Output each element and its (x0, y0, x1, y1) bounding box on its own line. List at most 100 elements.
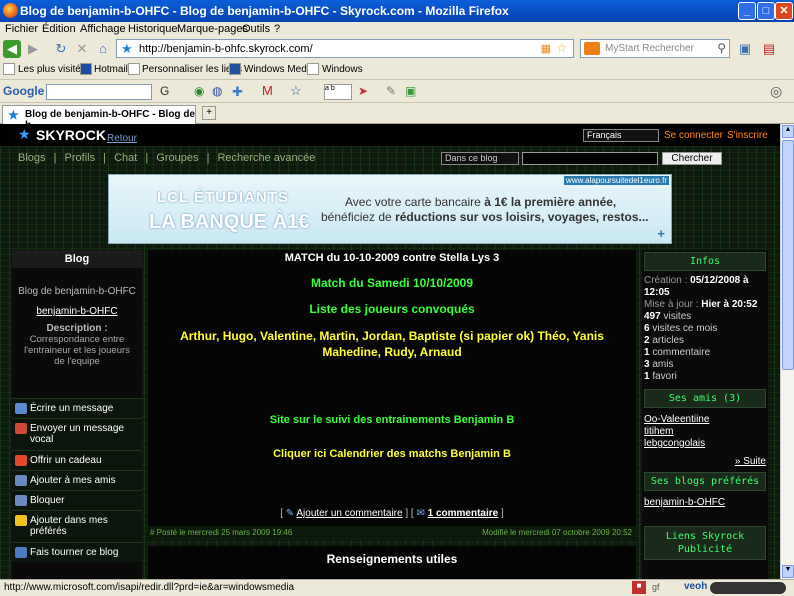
action-add-favorite[interactable]: Ajouter dans mes préférés (12, 510, 142, 542)
bookmark-windows-media[interactable]: Windows Media (244, 64, 315, 75)
translate-icon[interactable]: ◍ (212, 84, 222, 98)
forward-arrow-icon[interactable]: ▶ (24, 40, 42, 58)
menu-marque-pages[interactable]: Marque-pages (177, 23, 248, 35)
addon-icon[interactable]: ■ (632, 581, 646, 594)
login-link[interactable]: Se connecter (664, 130, 723, 141)
gf-icon[interactable]: gf (652, 582, 660, 592)
post-title[interactable]: MATCH du 10-10-2009 contre Stella Lys 3 (148, 252, 636, 264)
google-toolbar: Google G ◉ ◍ ✚ M ☆ a b ➤ ✎ ▣ ◎ (0, 81, 794, 103)
menu-fichier[interactable]: Fichier (5, 23, 38, 35)
minimize-button[interactable]: _ (738, 2, 756, 20)
favorite-blog-link[interactable]: benjamin-b-OHFC (644, 497, 725, 508)
menu-help[interactable]: ? (274, 23, 280, 35)
stop-icon[interactable]: ✕ (73, 40, 91, 58)
sidebar-icon[interactable]: ▣ (736, 40, 754, 58)
gmail-icon[interactable]: M (262, 83, 273, 98)
gift-icon (15, 455, 27, 466)
action-share-blog[interactable]: Fais tourner ce blog (12, 542, 142, 562)
close-button[interactable]: ✕ (775, 2, 793, 20)
url-input[interactable]: ★ http://benjamin-b-ohfc.skyrock.com/ ▦ … (116, 39, 574, 58)
friends-list: Oo-Valeentiine titihem lebgcongolais » S… (642, 410, 768, 468)
stat-friends: 3 amis (644, 359, 674, 370)
media-player-bar[interactable] (710, 582, 786, 594)
action-add-friend[interactable]: Ajouter à mes amis (12, 470, 142, 490)
action-gift[interactable]: Offrir un cadeau (12, 450, 142, 470)
stat-articles: 2 articles (644, 335, 685, 346)
skyrock-links-heading: Liens Skyrock Publicité (644, 526, 766, 560)
page-scrollbar[interactable]: ▲ ▼ (780, 124, 794, 579)
nav-blogs[interactable]: Blogs (18, 152, 46, 164)
skyrock-links-ad: Publicité (677, 544, 733, 555)
star-bookmark-icon[interactable]: ☆ (290, 83, 302, 99)
nav-advanced-search[interactable]: Recherche avancée (217, 152, 315, 164)
send-to-icon[interactable]: ➤ (358, 84, 368, 98)
nav-chat[interactable]: Chat (114, 152, 137, 164)
bookmark-customize-links[interactable]: Personnaliser les liens (142, 64, 242, 75)
plus-icon[interactable]: ✚ (232, 84, 243, 100)
search-button[interactable]: Chercher (662, 152, 722, 165)
post-players-heading: Liste des joueurs convoqués (309, 302, 475, 316)
menu-edition[interactable]: Édition (42, 23, 76, 35)
comment-actions: [ ✎ Ajouter un commentaire ] [ ✉ 1 comme… (280, 508, 504, 519)
calendar-link[interactable]: Cliquer ici Calendrier des matchs Benjam… (273, 448, 511, 460)
friend-link[interactable]: Oo-Valeentiine (644, 414, 709, 425)
username-link[interactable]: benjamin-b-OHFC (36, 306, 117, 317)
blog-search-input[interactable] (522, 152, 658, 165)
friend-link[interactable]: titihem (644, 426, 673, 437)
bookmark-star-icon[interactable]: ☆ (556, 41, 567, 55)
veoh-logo[interactable]: veoh (684, 581, 707, 592)
scroll-up-button[interactable]: ▲ (782, 125, 794, 138)
ad-banner[interactable]: www.alapoursuitedel1euro.fr LCL ÉTUDIANT… (108, 174, 672, 244)
friends-more-link[interactable]: » Suite (735, 456, 766, 467)
url-text: http://benjamin-b-ohfc.skyrock.com/ (139, 43, 313, 55)
new-tab-button[interactable]: + (202, 106, 216, 120)
bookmark-most-visited[interactable]: Les plus visités (18, 64, 86, 75)
nav-profils[interactable]: Profils (65, 152, 96, 164)
pdf-icon[interactable]: ▤ (760, 40, 778, 58)
nav-groupes[interactable]: Groupes (156, 152, 198, 164)
share-icon (15, 547, 27, 558)
action-block[interactable]: Bloquer (12, 490, 142, 510)
add-comment-link[interactable]: Ajouter un commentaire (296, 508, 402, 519)
most-visited-icon (3, 63, 15, 75)
google-search-input[interactable] (46, 84, 152, 100)
search-engine-icon[interactable] (584, 42, 600, 55)
pencil-icon[interactable]: ✎ (386, 84, 396, 98)
magnifier-icon[interactable]: ⚲ (717, 41, 726, 55)
scroll-down-button[interactable]: ▼ (782, 565, 794, 578)
skyrock-logo[interactable]: SKYROCK (36, 127, 106, 143)
settings-icon[interactable]: ◎ (770, 83, 782, 100)
search-scope-select[interactable]: Dans ce blog (441, 152, 519, 165)
maximize-button[interactable]: □ (757, 2, 775, 20)
scroll-thumb[interactable] (782, 140, 794, 370)
menu-outils[interactable]: Outils (242, 23, 270, 35)
banner-plus-icon: + (657, 226, 665, 241)
back-link[interactable]: Retour (107, 133, 137, 144)
signup-link[interactable]: S'inscrire (727, 130, 768, 141)
training-link[interactable]: Site sur le suivi des entrainements Benj… (270, 414, 515, 426)
menu-affichage[interactable]: Affichage (80, 23, 126, 35)
creation-info: Création : 05/12/2008 à 12:05 (644, 275, 749, 298)
comment-add-icon: ✎ (285, 508, 295, 519)
pagerank-icon: ◉ (194, 84, 205, 98)
action-voice-message[interactable]: Envoyer un message vocal (12, 418, 142, 450)
action-write-message[interactable]: Écrire un message (12, 398, 142, 418)
home-icon[interactable]: ⌂ (94, 40, 112, 58)
image-icon[interactable]: ▣ (405, 84, 416, 98)
bookmark-hotmail[interactable]: Hotmail (94, 64, 128, 75)
menu-bar: Fichier Édition Affichage Historique Mar… (0, 22, 794, 38)
reload-icon[interactable]: ↻ (52, 40, 70, 58)
menu-historique[interactable]: Historique (128, 23, 178, 35)
comment-count-link[interactable]: 1 commentaire (428, 508, 499, 519)
google-search-icon[interactable]: G (160, 84, 169, 98)
rss-icon[interactable]: ▦ (541, 42, 551, 55)
bookmark-windows[interactable]: Windows (322, 64, 363, 75)
left-sidebar: Blog Blog de benjamin-b-OHFC benjamin-b-… (12, 250, 142, 579)
back-arrow-icon[interactable]: ◀ (3, 40, 21, 58)
search-input[interactable]: MyStart Rechercher ⚲ (580, 39, 730, 58)
friend-link[interactable]: lebgcongolais (644, 438, 705, 449)
language-select[interactable]: Français (583, 129, 659, 142)
spellcheck-icon[interactable]: a b (324, 84, 352, 100)
tab-active[interactable]: ★ Blog de benjamin-b-OHFC - Blog de b... (2, 105, 196, 131)
status-bar: http://www.microsoft.com/isapi/redir.dll… (0, 579, 794, 596)
